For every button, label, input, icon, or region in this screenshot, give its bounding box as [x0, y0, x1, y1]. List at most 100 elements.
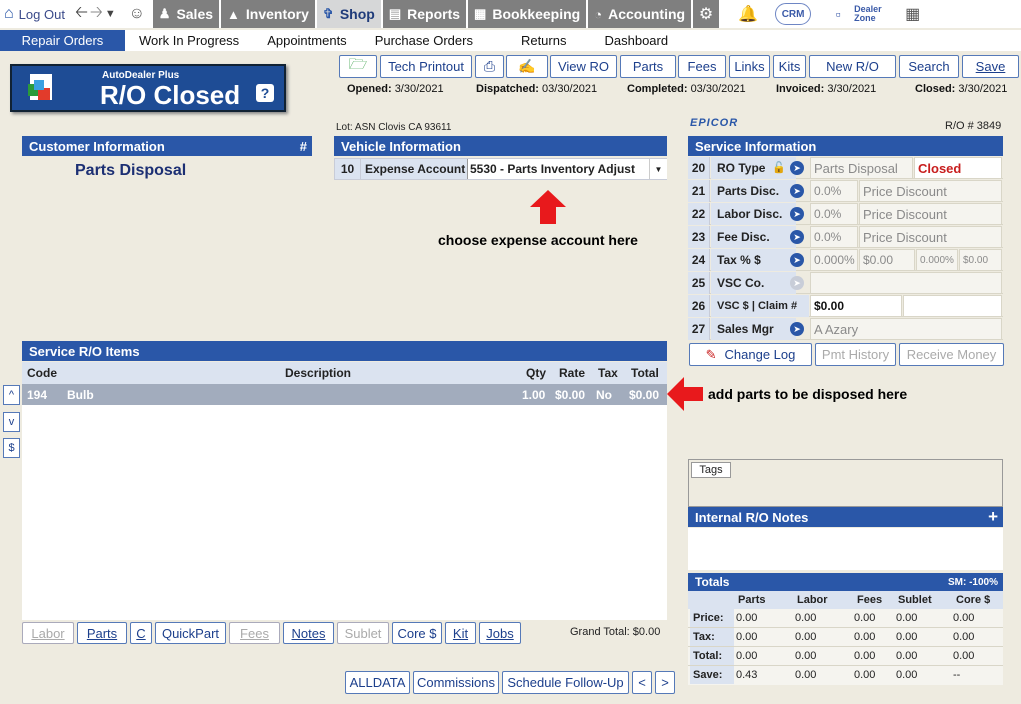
fee-disc-type[interactable]: Price Discount: [859, 226, 1002, 248]
customer-name[interactable]: Parts Disposal: [75, 162, 186, 180]
table-row[interactable]: 194 Bulb 1.00 $0.00 No $0.00: [22, 384, 667, 405]
move-down-button[interactable]: v: [3, 412, 20, 432]
help-icon[interactable]: ?: [256, 84, 274, 102]
labor-button[interactable]: Labor: [22, 622, 74, 644]
links-button[interactable]: Links: [729, 55, 770, 78]
parts-button[interactable]: Parts: [620, 55, 676, 78]
dealer-zone-icon[interactable]: ▫: [825, 1, 851, 27]
totals-col: Fees: [857, 594, 883, 606]
tax-amount-2[interactable]: $0.00: [959, 249, 1002, 271]
back-arrow-icon[interactable]: 🡠: [75, 4, 90, 21]
c-button[interactable]: C: [130, 622, 152, 644]
save-button[interactable]: Save: [962, 55, 1019, 78]
row-label: VSC Co.: [711, 272, 796, 294]
kit-button[interactable]: Kit: [445, 622, 476, 644]
labor-disc-value[interactable]: 0.0%: [810, 203, 858, 225]
labor-disc-type[interactable]: Price Discount: [859, 203, 1002, 225]
kits-button[interactable]: Kits: [773, 55, 806, 78]
fees-button[interactable]: Fees: [678, 55, 726, 78]
quickpart-button[interactable]: QuickPart: [155, 622, 226, 644]
user-face-icon[interactable]: ☺: [124, 1, 150, 27]
subtab-purchase-orders[interactable]: Purchase Orders: [361, 30, 487, 51]
notes-button[interactable]: Notes: [283, 622, 334, 644]
open-folder-button[interactable]: 🗁: [339, 55, 377, 78]
arrow-circle-icon[interactable]: ➤: [790, 230, 804, 244]
view-ro-button[interactable]: View RO: [550, 55, 617, 78]
chevron-down-icon[interactable]: ▼: [649, 159, 667, 179]
expense-account-select[interactable]: 5530 - Parts Inventory Adjust ▼: [467, 159, 667, 179]
service-row-tax: 24 Tax % $ ➤ 0.000% $0.00 0.000% $0.00: [688, 249, 1003, 271]
row-label: Tax % $: [711, 249, 796, 271]
vsc-claim-input[interactable]: [903, 295, 1002, 317]
commissions-button[interactable]: Commissions: [413, 671, 499, 694]
alldata-button[interactable]: ALLDATA: [345, 671, 410, 694]
nav-tab-shop[interactable]: ✞ Shop: [316, 0, 381, 28]
fees-add-button[interactable]: Fees: [229, 622, 280, 644]
vsc-co-value[interactable]: [810, 272, 1002, 294]
nav-tab-bookkeeping[interactable]: ▦ Bookkeeping: [468, 0, 587, 28]
tax-amount[interactable]: $0.00: [859, 249, 915, 271]
sublet-button[interactable]: Sublet: [337, 622, 389, 644]
change-log-button[interactable]: ✎ Change Log: [689, 343, 812, 366]
subtab-appointments[interactable]: Appointments: [253, 30, 361, 51]
forward-arrow-icon[interactable]: 🡢: [90, 4, 105, 21]
next-button[interactable]: >: [655, 671, 675, 694]
vsc-amount-input[interactable]: $0.00: [810, 295, 902, 317]
arrow-circle-icon[interactable]: ➤: [790, 207, 804, 221]
subtab-returns[interactable]: Returns: [487, 30, 601, 51]
pmt-history-button[interactable]: Pmt History: [815, 343, 896, 366]
internal-notes-area[interactable]: [688, 528, 1003, 570]
item-code: 194: [27, 387, 48, 402]
tax-percent[interactable]: 0.000%: [810, 249, 858, 271]
new-ro-button[interactable]: New R/O: [809, 55, 896, 78]
move-up-button[interactable]: ^: [3, 385, 20, 405]
arrow-circle-icon[interactable]: ➤: [790, 253, 804, 267]
search-button[interactable]: Search: [899, 55, 959, 78]
parts-disc-type[interactable]: Price Discount: [859, 180, 1002, 202]
unlock-icon[interactable]: 🔓: [772, 161, 786, 174]
totals-value: 0.43: [736, 669, 758, 681]
nav-tab-sales[interactable]: ♟ Sales: [152, 0, 220, 28]
nav-tab-reports[interactable]: ▤ Reports: [382, 0, 467, 28]
gear-icon[interactable]: ⚙: [693, 0, 720, 28]
tax-percent-2[interactable]: 0.000%: [916, 249, 958, 271]
subtab-work-in-progress[interactable]: Work In Progress: [125, 30, 253, 51]
arrow-circle-icon[interactable]: ➤: [790, 161, 804, 175]
fee-disc-value[interactable]: 0.0%: [810, 226, 858, 248]
print-icon[interactable]: ⎙: [475, 55, 504, 78]
price-button[interactable]: $: [3, 438, 20, 458]
core-button[interactable]: Core $: [392, 622, 442, 644]
item-qty: 1.00: [522, 387, 546, 402]
top-nav: ⌂ Log Out 🡠🡢▼ ☺ ♟ Sales ▲ Inventory ✞ Shop …: [0, 0, 1021, 28]
sales-mgr-value[interactable]: A Azary: [810, 318, 1002, 340]
subtab-repair-orders[interactable]: Repair Orders: [0, 30, 125, 51]
calculator-icon[interactable]: ▦: [900, 1, 926, 27]
receive-money-button[interactable]: Receive Money: [899, 343, 1004, 366]
arrow-circle-icon[interactable]: ➤: [790, 276, 804, 290]
signature-icon[interactable]: ✍: [506, 55, 548, 78]
grand-total: Grand Total: $0.00: [570, 626, 660, 638]
add-note-icon[interactable]: +: [988, 507, 998, 527]
prev-button[interactable]: <: [632, 671, 652, 694]
nav-tab-inventory[interactable]: ▲ Inventory: [221, 0, 315, 28]
dealer-zone-label[interactable]: Dealer Zone: [854, 5, 882, 23]
tags-button[interactable]: Tags: [691, 462, 731, 478]
arrow-circle-icon[interactable]: ➤: [790, 184, 804, 198]
logout-button[interactable]: ⌂ Log Out: [0, 0, 69, 28]
ro-type-value[interactable]: Parts Disposal: [810, 157, 913, 179]
parts-disc-value[interactable]: 0.0%: [810, 180, 858, 202]
tech-printout-button[interactable]: Tech Printout: [380, 55, 472, 78]
nav-tab-accounting[interactable]: ◔ Accounting: [588, 0, 692, 28]
crm-button[interactable]: CRM: [775, 3, 812, 25]
chevron-down-icon[interactable]: ▼: [105, 8, 118, 20]
subtab-dashboard[interactable]: Dashboard: [600, 30, 672, 51]
opened-date: 3/30/2021: [394, 83, 444, 95]
completed-label: Completed:: [627, 83, 688, 95]
arrow-circle-icon[interactable]: ➤: [790, 322, 804, 336]
schedule-followup-button[interactable]: Schedule Follow-Up: [502, 671, 629, 694]
completed-date: 03/30/2021: [690, 83, 746, 95]
history-arrows[interactable]: 🡠🡢▼: [69, 1, 124, 28]
jobs-button[interactable]: Jobs: [479, 622, 521, 644]
parts-add-button[interactable]: Parts: [77, 622, 127, 644]
bell-icon[interactable]: 🔔: [735, 1, 761, 27]
